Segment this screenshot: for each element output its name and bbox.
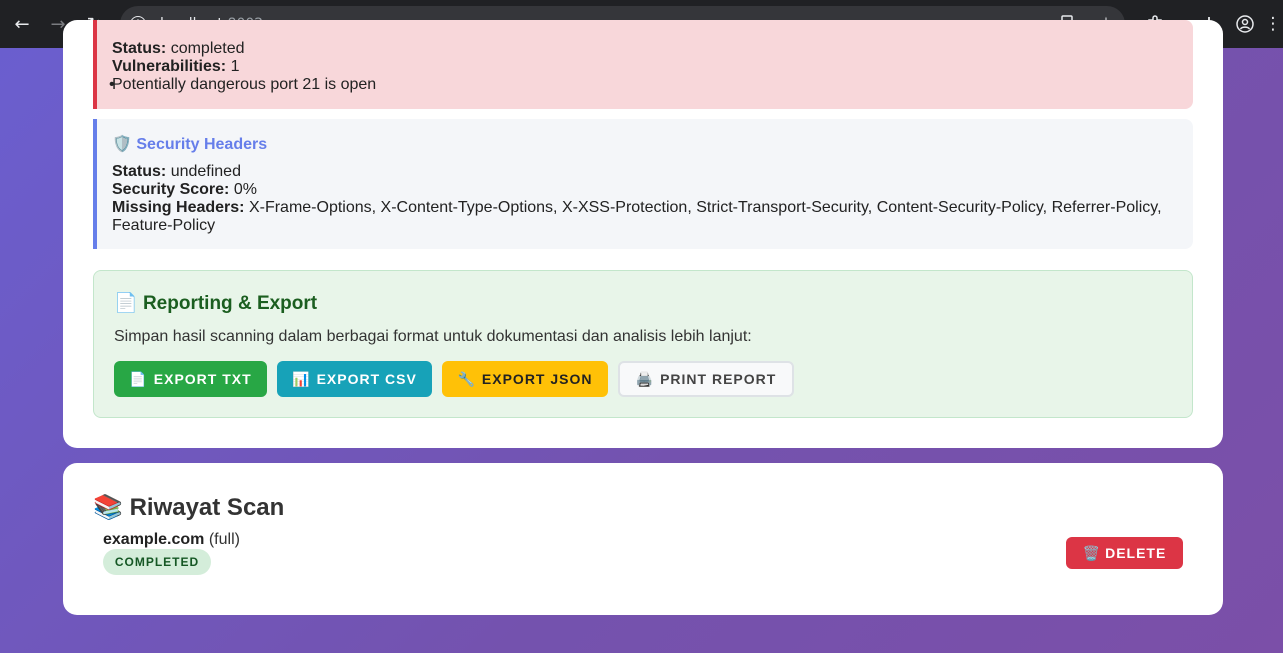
chart-icon: 📊 [292,370,311,387]
export-json-button[interactable]: 🔧 Export JSON [442,361,608,397]
printer-icon: 🖨️ [635,370,655,387]
reporting-description: Simpan hasil scanning dalam berbagai for… [114,328,752,345]
delete-button[interactable]: 🗑️ DELETE [1066,537,1183,569]
security-score-line: Security Score: 0% [112,181,257,198]
profile-icon[interactable] [1227,13,1263,35]
history-item[interactable]: example.com (full) [103,531,240,549]
security-headers-box: 🛡️ Security Headers Status: undefined Se… [93,119,1193,249]
headers-status-line: Status: undefined [112,163,241,180]
wrench-icon: 🔧 [457,370,476,387]
menu-kebab-icon[interactable]: ⋮ [1263,13,1283,35]
reporting-export-box: 📄 Reporting & Export Simpan hasil scanni… [93,270,1193,418]
print-report-button[interactable]: 🖨️ Print Report [618,361,794,397]
document-icon: 📄 [129,370,148,387]
document-icon: 📄 [114,293,138,314]
vulnerability-alert-box: Status: completed Vulnerabilities: 1 • Po… [93,20,1193,109]
history-domain: example.com [103,531,205,548]
books-icon: 📚 [93,494,123,521]
history-scan-type: (full) [208,531,240,548]
shield-icon: 🛡️ [112,136,132,153]
history-title: 📚 Riwayat Scan [93,494,285,521]
security-headers-title: 🛡️ Security Headers [112,136,268,153]
reporting-title: 📄 Reporting & Export [114,293,318,314]
status-badge: COMPLETED [103,549,211,575]
back-arrow-icon[interactable]: ← [4,6,40,42]
vulnerability-finding: • Potentially dangerous port 21 is open [109,76,377,93]
trash-icon: 🗑️ [1082,544,1102,561]
vulnerabilities-count-line: Vulnerabilities: 1 [112,58,240,75]
scan-result-card: Status: completed Vulnerabilities: 1 • Po… [63,20,1223,448]
scan-history-card: 📚 Riwayat Scan example.com (full) COMPLE… [63,463,1223,615]
export-csv-button[interactable]: 📊 Export CSV [277,361,432,397]
export-txt-button[interactable]: 📄 Export TXT [114,361,267,397]
bullet-icon: • [109,76,115,93]
scan-status-line: Status: completed [112,40,245,57]
missing-headers-line: Missing Headers: X-Frame-Options, X-Cont… [112,199,1162,234]
